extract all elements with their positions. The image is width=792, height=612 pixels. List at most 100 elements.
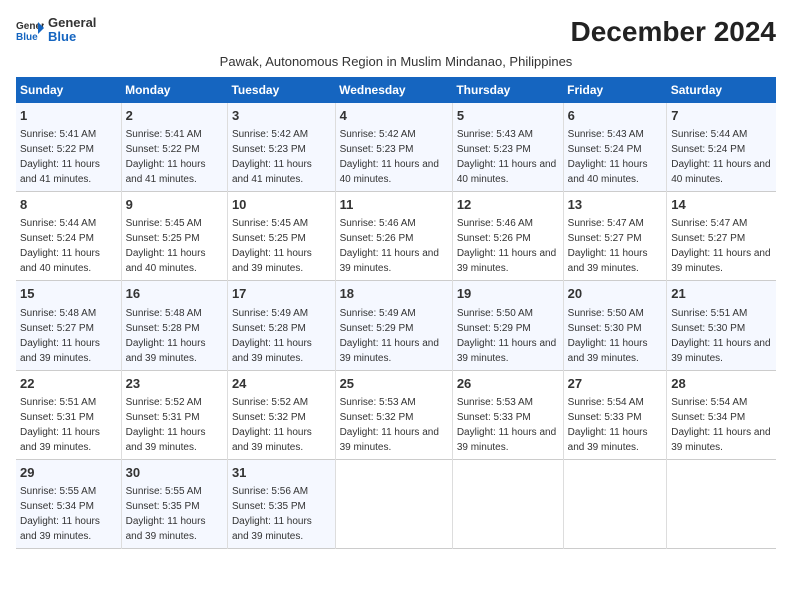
calendar-cell: 26 Sunrise: 5:53 AM Sunset: 5:33 PM Dayligh… — [452, 370, 563, 459]
day-number: 11 — [340, 196, 448, 214]
calendar-cell — [452, 459, 563, 548]
calendar-cell: 27Sunrise: 5:54 AMSunset: 5:33 PMDayligh… — [563, 370, 667, 459]
subtitle: Pawak, Autonomous Region in Muslim Minda… — [16, 54, 776, 69]
sunrise-text: Sunrise: 5:53 AM — [457, 397, 533, 408]
daylight-text: Daylight: 11 hours and 39 minutes. — [457, 427, 556, 453]
daylight-text: Daylight: 11 hours and 39 minutes. — [232, 516, 312, 542]
daylight-text: Daylight: 11 hours and 39 minutes. — [568, 427, 648, 453]
daylight-text: Daylight: 11 hours and 40 minutes. — [457, 159, 556, 185]
sunset-text: Sunset: 5:34 PM — [20, 501, 94, 512]
header-tuesday: Tuesday — [227, 77, 335, 103]
sunset-text: Sunset: 5:31 PM — [126, 412, 200, 423]
sunrise-text: Sunrise: 5:56 AM — [232, 486, 308, 497]
day-number: 26 — [457, 375, 559, 393]
daylight-text: Daylight: 11 hours and 39 minutes. — [671, 427, 770, 453]
calendar-cell: 16Sunrise: 5:48 AMSunset: 5:28 PMDayligh… — [121, 281, 227, 370]
day-number: 3 — [232, 107, 331, 125]
sunrise-text: Sunrise: 5:52 AM — [126, 397, 202, 408]
calendar-cell — [563, 459, 667, 548]
sunset-text: Sunset: 5:33 PM — [457, 412, 531, 423]
sunrise-text: Sunrise: 5:43 AM — [457, 129, 533, 140]
header-thursday: Thursday — [452, 77, 563, 103]
calendar-cell: 23Sunrise: 5:52 AMSunset: 5:31 PMDayligh… — [121, 370, 227, 459]
sunrise-text: Sunrise: 5:49 AM — [340, 308, 416, 319]
calendar-cell: 29Sunrise: 5:55 AMSunset: 5:34 PMDayligh… — [16, 459, 121, 548]
calendar-cell: 3Sunrise: 5:42 AMSunset: 5:23 PMDaylight… — [227, 103, 335, 192]
day-number: 13 — [568, 196, 663, 214]
day-number: 15 — [20, 285, 117, 303]
day-number: 28 — [671, 375, 772, 393]
sunset-text: Sunset: 5:28 PM — [126, 323, 200, 334]
day-number: 24 — [232, 375, 331, 393]
calendar-cell: 25Sunrise: 5:53 AMSunset: 5:32 PMDayligh… — [335, 370, 452, 459]
sunset-text: Sunset: 5:25 PM — [126, 233, 200, 244]
sunset-text: Sunset: 5:35 PM — [126, 501, 200, 512]
sunset-text: Sunset: 5:30 PM — [671, 323, 745, 334]
day-number: 18 — [340, 285, 448, 303]
calendar-cell: 22Sunrise: 5:51 AMSunset: 5:31 PMDayligh… — [16, 370, 121, 459]
sunset-text: Sunset: 5:35 PM — [232, 501, 306, 512]
daylight-text: Daylight: 11 hours and 39 minutes. — [232, 338, 312, 364]
daylight-text: Daylight: 11 hours and 39 minutes. — [126, 338, 206, 364]
calendar-cell: 9Sunrise: 5:45 AMSunset: 5:25 PMDaylight… — [121, 192, 227, 281]
sunset-text: Sunset: 5:24 PM — [568, 144, 642, 155]
calendar-cell: 12Sunrise: 5:46 AMSunset: 5:26 PMDayligh… — [452, 192, 563, 281]
sunrise-text: Sunrise: 5:49 AM — [232, 308, 308, 319]
sunrise-text: Sunrise: 5:55 AM — [20, 486, 96, 497]
daylight-text: Daylight: 11 hours and 39 minutes. — [568, 248, 648, 274]
sunrise-text: Sunrise: 5:54 AM — [568, 397, 644, 408]
day-number: 1 — [20, 107, 117, 125]
sunset-text: Sunset: 5:23 PM — [340, 144, 414, 155]
header-monday: Monday — [121, 77, 227, 103]
sunrise-text: Sunrise: 5:41 AM — [126, 129, 202, 140]
sunset-text: Sunset: 5:28 PM — [232, 323, 306, 334]
day-number: 8 — [20, 196, 117, 214]
sunrise-text: Sunrise: 5:48 AM — [20, 308, 96, 319]
sunrise-text: Sunrise: 5:50 AM — [568, 308, 644, 319]
logo: General Blue General Blue — [16, 16, 96, 45]
calendar-cell: 2Sunrise: 5:41 AMSunset: 5:22 PMDaylight… — [121, 103, 227, 192]
calendar-cell: 28Sunrise: 5:54 AMSunset: 5:34 PMDayligh… — [667, 370, 776, 459]
calendar-cell: 6Sunrise: 5:43 AMSunset: 5:24 PMDaylight… — [563, 103, 667, 192]
calendar-cell: 11Sunrise: 5:46 AMSunset: 5:26 PMDayligh… — [335, 192, 452, 281]
header-friday: Friday — [563, 77, 667, 103]
sunrise-text: Sunrise: 5:42 AM — [340, 129, 416, 140]
daylight-text: Daylight: 11 hours and 39 minutes. — [671, 338, 770, 364]
calendar-cell: 18Sunrise: 5:49 AMSunset: 5:29 PMDayligh… — [335, 281, 452, 370]
sunset-text: Sunset: 5:23 PM — [232, 144, 306, 155]
sunrise-text: Sunrise: 5:42 AM — [232, 129, 308, 140]
daylight-text: Daylight: 11 hours and 39 minutes. — [340, 338, 439, 364]
week-row-1: 1 Sunrise: 5:41 AM Sunset: 5:22 PM Daylight… — [16, 103, 776, 192]
day-number: 21 — [671, 285, 772, 303]
sunset-text: Sunset: 5:32 PM — [340, 412, 414, 423]
sunrise-text: Sunrise: 5:53 AM — [340, 397, 416, 408]
day-number: 5 — [457, 107, 559, 125]
sunset-text: Sunset: 5:22 PM — [20, 144, 94, 155]
week-row-3: 15 Sunrise: 5:48 AM Sunset: 5:27 PM Dayligh… — [16, 281, 776, 370]
sunrise-text: Sunrise: 5:52 AM — [232, 397, 308, 408]
header-saturday: Saturday — [667, 77, 776, 103]
calendar-cell: 31Sunrise: 5:56 AMSunset: 5:35 PMDayligh… — [227, 459, 335, 548]
sunrise-text: Sunrise: 5:44 AM — [20, 218, 96, 229]
week-row-4: 22Sunrise: 5:51 AMSunset: 5:31 PMDayligh… — [16, 370, 776, 459]
sunset-text: Sunset: 5:34 PM — [671, 412, 745, 423]
sunrise-text: Sunrise: 5:50 AM — [457, 308, 533, 319]
day-number: 19 — [457, 285, 559, 303]
sunset-text: Sunset: 5:27 PM — [20, 323, 94, 334]
calendar-cell: 5Sunrise: 5:43 AMSunset: 5:23 PMDaylight… — [452, 103, 563, 192]
day-number: 16 — [126, 285, 223, 303]
calendar-cell: 17Sunrise: 5:49 AMSunset: 5:28 PMDayligh… — [227, 281, 335, 370]
logo-blue: Blue — [48, 30, 96, 44]
daylight-text: Daylight: 11 hours and 39 minutes. — [457, 248, 556, 274]
sunset-text: Sunset: 5:25 PM — [232, 233, 306, 244]
sunrise-text: Sunrise: 5:44 AM — [671, 129, 747, 140]
daylight-text: Daylight: 11 hours and 41 minutes. — [126, 159, 206, 185]
day-number: 14 — [671, 196, 772, 214]
calendar-cell: 24Sunrise: 5:52 AMSunset: 5:32 PMDayligh… — [227, 370, 335, 459]
svg-text:Blue: Blue — [16, 32, 38, 42]
daylight-text: Daylight: 11 hours and 39 minutes. — [126, 427, 206, 453]
sunset-text: Sunset: 5:24 PM — [671, 144, 745, 155]
logo-icon: General Blue — [16, 18, 44, 42]
calendar-cell — [667, 459, 776, 548]
daylight-text: Daylight: 11 hours and 39 minutes. — [232, 248, 312, 274]
